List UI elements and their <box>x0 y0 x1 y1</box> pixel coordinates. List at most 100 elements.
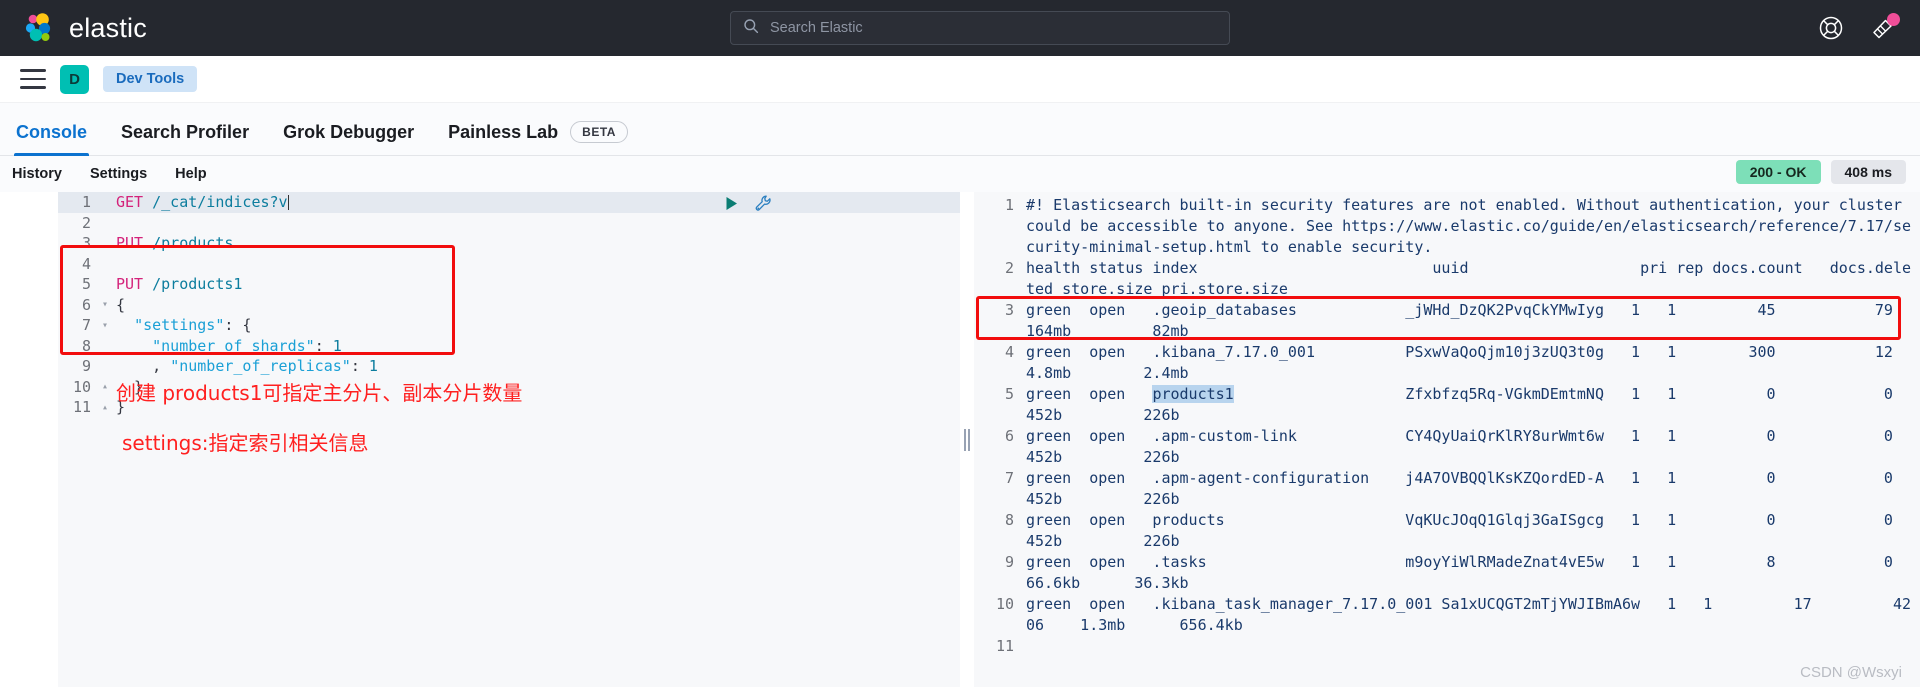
output-line-number: 11 <box>995 637 1014 655</box>
editor-line[interactable]: 3 PUT /products <box>58 233 960 254</box>
editor-line-text: PUT /products <box>116 234 234 253</box>
editor-actions <box>723 194 773 217</box>
output-row-text: green open .apm-agent-configuration j4A7… <box>1026 469 1893 508</box>
editor-line[interactable]: 1 GET /_cat/indices?v <box>58 192 960 213</box>
editor-line[interactable]: 7 ▾ "settings": { <box>58 315 960 336</box>
duration-badge: 408 ms <box>1830 160 1906 184</box>
annotation-text: 创建 products1可指定主分片、副本分片数量 <box>116 381 523 405</box>
output-rows: 1 #! Elasticsearch built-in security feat… <box>974 192 1920 657</box>
editor-line-text: GET /_cat/indices?v <box>116 193 289 212</box>
devtools-tabs: Console Search Profiler Grok Debugger Pa… <box>0 103 1920 156</box>
output-line-number: 5 <box>1004 385 1014 403</box>
editor-line[interactable]: 4 <box>58 254 960 275</box>
global-search[interactable]: Search Elastic <box>730 11 1230 45</box>
output-line-number: 7 <box>1004 469 1014 487</box>
search-input[interactable]: Search Elastic <box>730 11 1230 45</box>
output-line-number: 6 <box>1004 427 1014 445</box>
editor-line-number: 7 <box>81 316 91 335</box>
output-line-number: 8 <box>1004 511 1014 529</box>
editor-line-text: { <box>116 295 126 314</box>
output-row[interactable]: 3 green open .geoip_databases _jWHd_DzQK2… <box>974 300 1920 342</box>
output-row-text: green open .kibana_7.17.0_001 PSxwVaQoQj… <box>1026 343 1893 382</box>
history-button[interactable]: History <box>12 166 62 182</box>
output-row[interactable]: 4 green open .kibana_7.17.0_001 PSxwVaQoQ… <box>974 342 1920 384</box>
brand: elastic <box>22 11 147 45</box>
beta-badge: BETA <box>570 121 628 143</box>
output-line-number: 10 <box>995 595 1014 613</box>
output-line-number: 1 <box>1004 196 1014 214</box>
editor-line-text: "settings": { <box>134 316 252 335</box>
editor-line[interactable]: 8 "number_of_shards": 1 <box>58 336 960 357</box>
output-row[interactable]: 7 green open .apm-agent-configuration j4A… <box>974 468 1920 510</box>
editor-line[interactable]: 9 , "number_of_replicas": 1 <box>58 356 960 377</box>
editor-line-number: 10 <box>72 377 91 396</box>
request-editor[interactable]: 1 GET /_cat/indices?v 2 3 PUT /products 4 5 PUT… <box>58 192 960 687</box>
tab-console[interactable]: Console <box>14 122 90 156</box>
settings-button[interactable]: Settings <box>90 166 147 182</box>
help-lifering-icon[interactable] <box>1818 15 1844 41</box>
editor-fold-marker[interactable]: ▴ <box>102 402 112 413</box>
play-run-icon[interactable] <box>723 195 740 216</box>
request-editor-pane: 1 GET /_cat/indices?v 2 3 PUT /products 4 5 PUT… <box>0 192 960 687</box>
editor-line-number: 1 <box>81 193 91 212</box>
global-header: elastic Search Elastic <box>0 0 1920 56</box>
editor-fold-marker[interactable]: ▾ <box>102 299 112 310</box>
editor-fold-marker[interactable]: ▴ <box>102 381 112 392</box>
output-line-number: 3 <box>1004 301 1014 319</box>
editor-line-text: PUT /products1 <box>116 275 243 294</box>
tab-search-profiler-label: Search Profiler <box>121 122 250 142</box>
editor-line-number: 2 <box>81 213 91 232</box>
output-row-text: health status index uuid pri rep docs.co… <box>1026 259 1912 298</box>
output-row[interactable]: 2 health status index uuid pri rep docs.c… <box>974 258 1920 300</box>
output-row[interactable]: 11 <box>974 636 1920 657</box>
output-row[interactable]: 5 green open products1 Zfxbfzq5Rq-VGkmDEm… <box>974 384 1920 426</box>
splitter-grip[interactable] <box>964 428 970 451</box>
output-row[interactable]: 8 green open products VqKUcJOqQ1Glqj3GaIS… <box>974 510 1920 552</box>
output-row-text: green open products VqKUcJOqQ1Glqj3GaISg… <box>1026 511 1893 550</box>
output-line-number: 9 <box>1004 553 1014 571</box>
console-toolbar: History Settings Help 200 - OK 408 ms <box>0 156 1920 192</box>
text-caret <box>287 195 289 211</box>
space-avatar[interactable]: D <box>60 64 89 94</box>
editor-line[interactable]: 2 <box>58 213 960 234</box>
breadcrumb[interactable]: Dev Tools <box>103 66 198 92</box>
editor-line-number: 9 <box>81 357 91 376</box>
tab-painless-lab[interactable]: Painless Lab BETA <box>446 121 630 155</box>
output-line-number: 2 <box>1004 259 1014 277</box>
tab-search-profiler[interactable]: Search Profiler <box>119 122 251 155</box>
output-row[interactable]: 9 green open .tasks m9oyYiWlRMadeZnat4vE5… <box>974 552 1920 594</box>
tab-grok-debugger[interactable]: Grok Debugger <box>281 122 416 155</box>
search-placeholder: Search Elastic <box>770 20 863 36</box>
header-actions <box>1818 13 1900 41</box>
output-row-text: #! Elasticsearch built-in security featu… <box>1026 196 1912 256</box>
announcements-badge-dot <box>1887 13 1900 26</box>
search-icon <box>743 18 759 39</box>
response-output-pane[interactable]: 1 #! Elasticsearch built-in security feat… <box>974 192 1920 687</box>
watermark: CSDN @Wsxyi <box>1800 664 1902 681</box>
output-row-text: green open .kibana_task_manager_7.17.0_0… <box>1026 595 1912 634</box>
output-row[interactable]: 6 green open .apm-custom-link CY4QyUaiQrK… <box>974 426 1920 468</box>
output-row[interactable]: 10 green open .kibana_task_manager_7.17.0… <box>974 594 1920 636</box>
wrench-icon[interactable] <box>754 194 773 217</box>
editor-line[interactable]: 5 PUT /products1 <box>58 274 960 295</box>
editor-fold-marker[interactable]: ▾ <box>102 320 112 331</box>
hamburger-menu-icon[interactable] <box>20 69 46 89</box>
editor-line-number: 8 <box>81 336 91 355</box>
editor-line-number: 6 <box>81 295 91 314</box>
output-row-text: green open .geoip_databases _jWHd_DzQK2P… <box>1026 301 1893 340</box>
help-button[interactable]: Help <box>175 166 206 182</box>
announcements-megaphone-icon[interactable] <box>1870 13 1900 41</box>
pane-splitter[interactable] <box>960 192 974 687</box>
output-row-text: green open .tasks m9oyYiWlRMadeZnat4vE5w… <box>1026 553 1893 592</box>
editor-line[interactable]: 6 ▾ { <box>58 295 960 316</box>
annotation-text: settings:指定索引相关信息 <box>122 431 369 455</box>
tab-grok-debugger-label: Grok Debugger <box>283 122 415 142</box>
brand-name: elastic <box>69 12 147 43</box>
tab-painless-lab-label: Painless Lab <box>448 121 559 142</box>
output-row-text: green open .apm-custom-link CY4QyUaiQrKl… <box>1026 427 1893 466</box>
response-status: 200 - OK 408 ms <box>1735 160 1906 184</box>
editor-line-number: 4 <box>81 254 91 273</box>
output-row[interactable]: 1 #! Elasticsearch built-in security feat… <box>974 195 1920 258</box>
editor-line-number: 5 <box>81 275 91 294</box>
output-row-text: green open products1 Zfxbfzq5Rq-VGkmDEmt… <box>1026 385 1893 424</box>
